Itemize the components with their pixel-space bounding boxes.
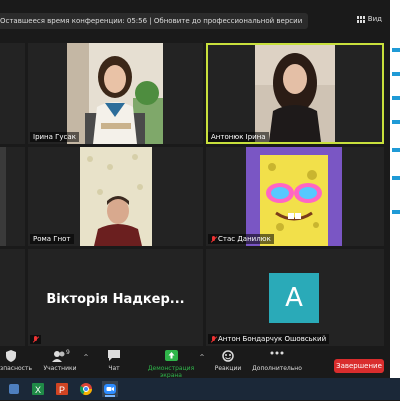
participant-video (80, 147, 152, 246)
avatar: A (269, 273, 319, 323)
chat-button[interactable]: Чат (104, 350, 124, 372)
share-screen-icon (138, 350, 204, 363)
end-meeting-button[interactable]: Завершение (334, 359, 384, 373)
chevron-up-icon: ^ (83, 354, 89, 361)
video-tile-partial-left-2[interactable] (0, 147, 25, 246)
edge-mark (392, 176, 400, 180)
more-icon (250, 350, 304, 363)
edge-mark (392, 148, 400, 152)
active-app-indicator (105, 395, 115, 397)
edge-mark (392, 210, 400, 214)
excel-icon[interactable]: X (30, 381, 46, 397)
meeting-toolbar: зпасность 9 Участники ^ Чат Демонстрация… (0, 346, 390, 379)
chrome-icon[interactable] (78, 381, 94, 397)
zoom-window: Оставшееся время конференции: 05:56 | Об… (0, 0, 390, 379)
windows-settings-icon[interactable] (6, 381, 22, 397)
video-tile-stas-danyliuk[interactable]: Стас Данилюк (206, 147, 384, 246)
reactions-icon (214, 350, 242, 363)
participant-name-tag: Антон Бондарчук Ошовський (208, 334, 330, 344)
participants-button[interactable]: 9 Участники (40, 349, 80, 372)
view-button[interactable]: Вид (356, 15, 382, 23)
participant-name-tag: Ірина Гусак (30, 132, 79, 142)
participant-video (67, 43, 163, 144)
shield-icon (0, 350, 22, 363)
participant-name-tag: Стас Данилюк (208, 234, 274, 244)
windows-taskbar: X P (0, 378, 400, 400)
chat-icon (104, 350, 124, 363)
powerpoint-icon[interactable]: P (54, 381, 70, 397)
svg-text:X: X (35, 385, 41, 395)
participant-video (0, 147, 6, 246)
security-button[interactable]: зпасность (0, 350, 32, 372)
participants-icon: 9 (40, 349, 80, 363)
video-tile-partial-left-3[interactable] (0, 249, 25, 346)
video-tile-viktoriia-nadker[interactable]: Вікторія Надкер... (28, 249, 203, 346)
video-tile-anton-bondarchuk[interactable]: A Антон Бондарчук Ошовський (206, 249, 384, 346)
participant-video (255, 45, 335, 142)
more-button[interactable]: Дополнительно (250, 350, 304, 372)
participant-video (246, 147, 342, 246)
edge-mark (392, 120, 400, 124)
zoom-icon[interactable] (102, 381, 118, 397)
view-label: Вид (367, 15, 382, 23)
participants-count: 9 (66, 349, 70, 356)
mic-muted-icon (211, 235, 216, 243)
participant-name-tag: Рома Гнот (30, 234, 74, 244)
svg-text:P: P (59, 385, 65, 395)
mic-muted-icon (33, 336, 38, 343)
mic-muted-icon (211, 335, 216, 343)
video-tile-antoniuk-iryna[interactable]: Антонюк Ірина (206, 43, 384, 144)
video-tile-partial-left[interactable] (0, 43, 25, 144)
video-tile-roma-hnot[interactable]: Рома Гнот (28, 147, 203, 246)
share-options-caret[interactable]: ^ (199, 354, 205, 361)
top-bar: Оставшееся время конференции: 05:56 | Об… (0, 13, 390, 29)
video-tile-iryna-husak[interactable]: Ірина Гусак (28, 43, 203, 144)
participant-name-tag: Антонюк Ірина (208, 132, 269, 142)
chevron-up-icon: ^ (199, 354, 205, 361)
reactions-button[interactable]: Реакции (214, 350, 242, 372)
right-side-window-edge (390, 0, 400, 378)
share-screen-button[interactable]: Демонстрация экрана (138, 350, 204, 379)
participant-name-tag (30, 335, 41, 344)
edge-mark (392, 48, 400, 52)
grid-view-icon (356, 15, 365, 23)
participants-options-caret[interactable]: ^ (83, 354, 89, 361)
time-remaining-banner[interactable]: Оставшееся время конференции: 05:56 | Об… (0, 13, 309, 29)
edge-mark (392, 96, 400, 100)
participant-display-name: Вікторія Надкер... (46, 292, 185, 307)
edge-mark (392, 72, 400, 76)
